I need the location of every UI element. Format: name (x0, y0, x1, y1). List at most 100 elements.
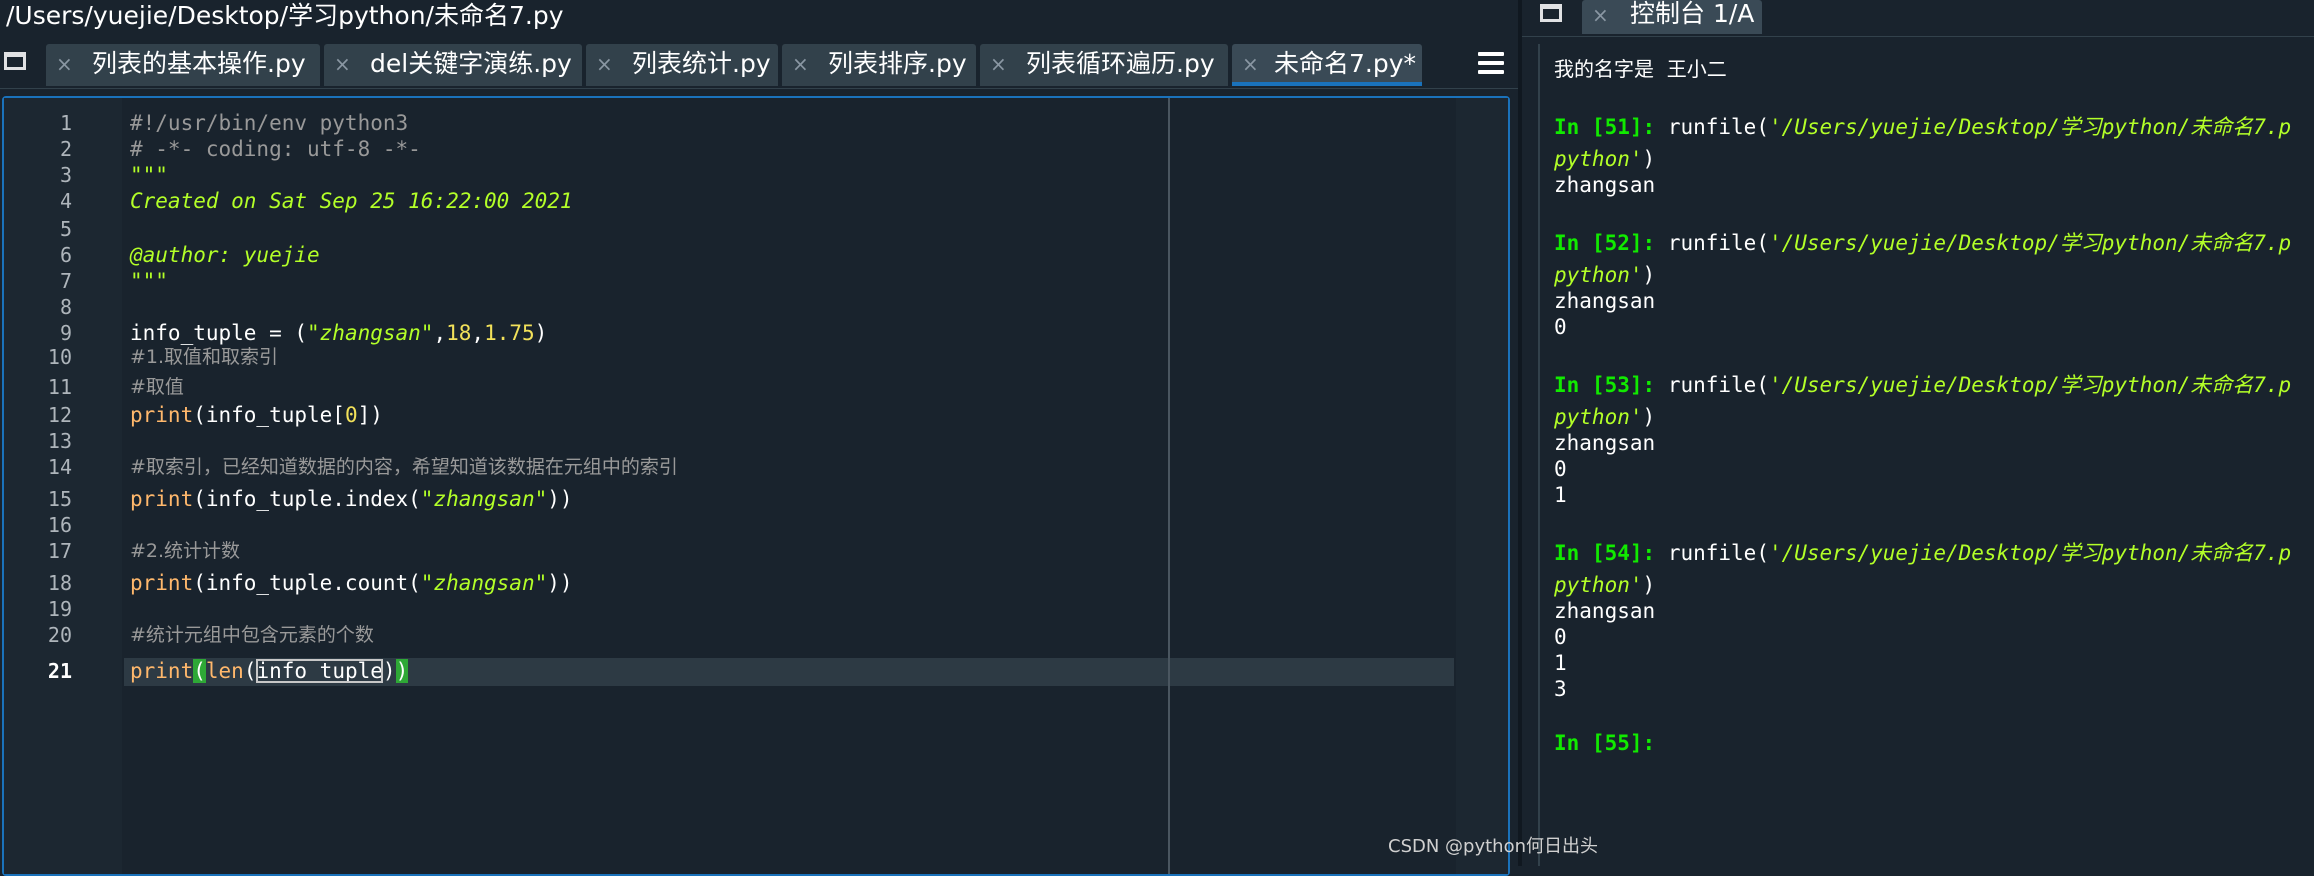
number-token: 1.75 (484, 321, 535, 345)
code-line: #取值 (130, 376, 184, 398)
options-menu-icon[interactable] (1478, 52, 1504, 74)
close-icon[interactable]: × (990, 51, 1007, 77)
console-output-line: zhangsan (1554, 431, 1656, 455)
code-token: )) (547, 571, 573, 595)
prompt-number: 54 (1604, 541, 1630, 565)
code-editor[interactable]: 1 2 3 4 5 6 7 8 9 10 11 12 13 14 15 16 1… (2, 96, 1510, 876)
browse-tabs-icon[interactable] (4, 52, 26, 70)
code-token: ) (1642, 405, 1656, 429)
console-tab[interactable]: × 控制台 1/A (1582, 0, 1762, 34)
prompt: In [ (1554, 541, 1605, 565)
prompt: In [ (1554, 231, 1605, 255)
line-number: 6 (59, 243, 72, 267)
editor-tab-active[interactable]: × 未命名7.py* (1232, 44, 1422, 86)
code-line: Created on Sat Sep 25 16:22:00 2021 (130, 189, 573, 213)
line-number: 11 (47, 375, 72, 399)
console-output-line: 1 (1554, 651, 1567, 675)
line-number: 19 (47, 597, 72, 621)
browse-tabs-icon[interactable] (1540, 4, 1562, 22)
editor-tab[interactable]: × 列表统计.py (586, 44, 778, 86)
line-number: 20 (47, 623, 72, 647)
line-number: 1 (59, 111, 72, 135)
close-icon[interactable]: × (792, 51, 809, 77)
line-number: 5 (59, 217, 72, 241)
code-token: )) (547, 487, 573, 511)
prompt-number: 51 (1604, 115, 1630, 139)
prompt: ]: (1629, 373, 1668, 397)
string-token: '/Users/yuejie/Desktop/学习python/未命名7.p (1768, 373, 2292, 397)
console-output-line: 0 (1554, 315, 1567, 339)
line-number: 17 (47, 539, 72, 563)
string-token: "zhangsan" (307, 321, 434, 345)
close-icon[interactable]: × (56, 51, 73, 77)
prompt: ]: (1629, 231, 1668, 255)
prompt: In [ (1554, 731, 1605, 755)
code-token: ]) (357, 403, 383, 427)
occurrence-highlight: info_tuple (256, 659, 383, 683)
code-token: ) (382, 659, 396, 683)
console-output-line: 1 (1554, 483, 1567, 507)
line-number: 14 (47, 455, 72, 479)
file-path-bar: /Users/yuejie/Desktop/学习python/未命名7.py (0, 0, 1518, 34)
keyword-token: print (130, 659, 194, 683)
watermark: CSDN @python何日出头 (1388, 836, 1599, 857)
close-icon[interactable]: × (1592, 2, 1609, 28)
file-path: /Users/yuejie/Desktop/学习python/未命名7.py (6, 1, 564, 30)
prompt-number: 52 (1604, 231, 1630, 255)
editor-pane: /Users/yuejie/Desktop/学习python/未命名7.py ×… (0, 0, 1518, 876)
code-token: , (433, 321, 447, 345)
prompt-number: 55 (1604, 731, 1630, 755)
prompt: In [ (1554, 373, 1605, 397)
string-token: '/Users/yuejie/Desktop/学习python/未命名7.p (1768, 115, 2292, 139)
console-input-continuation: python') (1554, 404, 1655, 430)
prompt: ]: (1629, 541, 1668, 565)
prompt: ]: (1629, 115, 1668, 139)
line-number: 2 (59, 137, 72, 161)
string-token: '/Users/yuejie/Desktop/学习python/未命名7.p (1768, 541, 2292, 565)
close-icon[interactable]: × (334, 51, 351, 77)
string-token: python' (1554, 263, 1643, 287)
keyword-token: len (205, 659, 244, 683)
console-output-line: zhangsan (1554, 289, 1656, 313)
console-input-continuation: python') (1554, 262, 1655, 288)
line-number: 13 (47, 429, 72, 453)
editor-tab-label: del关键字演练.py (370, 49, 572, 78)
code-token: ) (1642, 573, 1656, 597)
line-number-current: 21 (47, 659, 72, 683)
editor-tab[interactable]: × del关键字演练.py (324, 44, 582, 86)
code-token: ) (1642, 263, 1656, 287)
code-line: @author: yuejie (130, 243, 320, 267)
code-line: #2.统计计数 (130, 540, 241, 562)
editor-tab[interactable]: × 列表排序.py (782, 44, 976, 86)
scrollbar[interactable] (1456, 98, 1508, 874)
keyword-token: print (130, 571, 194, 595)
code-line: #取索引，已经知道数据的内容，希望知道该数据在元组中的索引 (130, 456, 678, 478)
line-number: 8 (59, 295, 72, 319)
console-output-line: 0 (1554, 625, 1567, 649)
editor-tab-label: 列表排序.py (828, 49, 967, 78)
code-token: (info_tuple[ (193, 403, 345, 427)
console-output[interactable]: 我的名字是 王小二 In [51]: runfile('/Users/yueji… (1538, 44, 2314, 866)
editor-tab[interactable]: × 列表的基本操作.py (46, 44, 320, 86)
code-token: ( (243, 659, 257, 683)
line-number: 10 (47, 345, 72, 369)
code-token: runfile( (1667, 541, 1769, 565)
console-pane: × 控制台 1/A 我的名字是 王小二 In [51]: runfile('/U… (1522, 0, 2314, 866)
close-icon[interactable]: × (596, 51, 613, 77)
code-line-current[interactable]: print(len(info_tuple)) (130, 658, 409, 684)
editor-tab[interactable]: × 列表循环遍历.py (980, 44, 1228, 86)
close-icon[interactable]: × (1242, 51, 1259, 77)
code-line: #统计元组中包含元素的个数 (130, 624, 374, 646)
console-output-line: zhangsan (1554, 173, 1656, 197)
line-number: 9 (59, 321, 72, 345)
code-line: # -*- coding: utf-8 -*- (130, 137, 421, 161)
console-current-prompt[interactable]: In [55]: (1554, 730, 1668, 756)
string-token: python' (1554, 573, 1643, 597)
string-token: python' (1554, 147, 1643, 171)
code-token: ) (534, 321, 548, 345)
console-output-line: 我的名字是 王小二 (1554, 57, 1727, 81)
line-number: 16 (47, 513, 72, 537)
console-tab-label: 控制台 1/A (1630, 0, 1755, 28)
code-line: print(info_tuple[0]) (130, 402, 383, 428)
keyword-token: print (130, 403, 194, 427)
